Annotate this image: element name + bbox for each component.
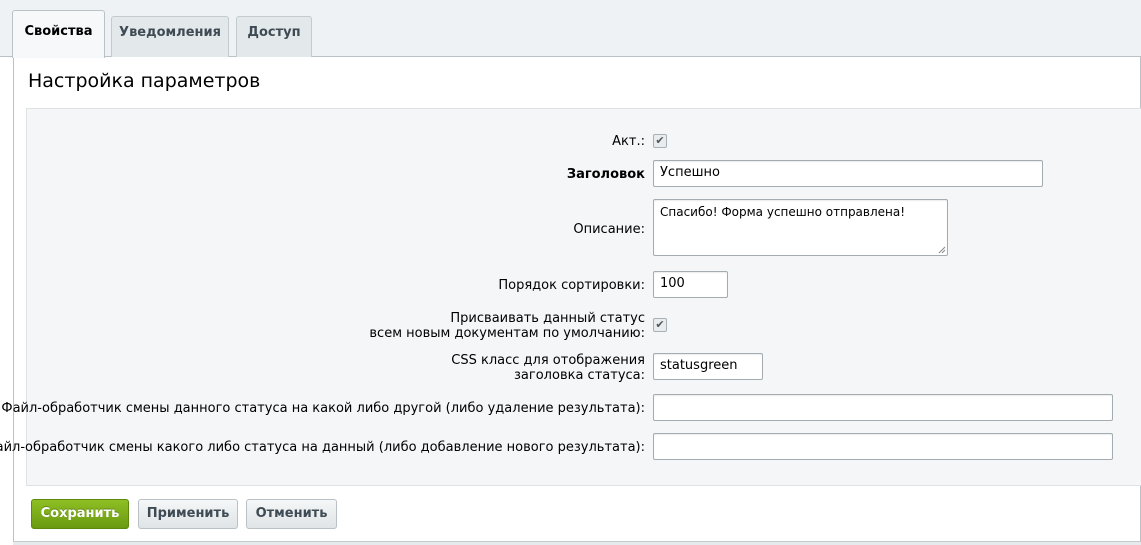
cancel-button[interactable]: Отменить xyxy=(246,499,337,529)
heading-input[interactable]: Успешно xyxy=(653,160,1043,187)
heading-label: Заголовок xyxy=(566,167,645,182)
settings-form: Акт.: ✔ Заголовок Успешно Описание: Спас… xyxy=(0,108,1141,486)
sort-input[interactable]: 100 xyxy=(653,271,728,298)
panel-bottom-border xyxy=(13,541,1141,545)
save-button[interactable]: Сохранить xyxy=(31,499,129,529)
tab-notifications[interactable]: Уведомления xyxy=(111,16,229,57)
css-class-label-line1: CSS класс для отображения xyxy=(451,353,645,368)
active-checkbox[interactable]: ✔ xyxy=(653,134,667,148)
apply-button[interactable]: Применить xyxy=(138,499,238,529)
handler-in-input[interactable] xyxy=(653,433,1113,460)
css-class-input[interactable]: statusgreen xyxy=(653,353,763,380)
resize-grip-icon[interactable] xyxy=(938,246,946,254)
description-textarea[interactable]: Спасибо! Форма успешно отправлена! xyxy=(653,199,948,256)
default-status-label-line1: Присваивать данный статус xyxy=(450,311,645,326)
handler-out-label: Файл-обработчик смены данного статуса на… xyxy=(1,401,645,416)
default-status-label: Присваивать данный статус всем новым док… xyxy=(369,311,645,341)
handler-out-input[interactable] xyxy=(653,394,1113,421)
page-title: Настройка параметров xyxy=(28,70,261,92)
check-icon: ✔ xyxy=(655,134,665,147)
default-status-checkbox[interactable]: ✔ xyxy=(653,318,667,332)
handler-in-label: Файл-обработчик смены какого либо статус… xyxy=(0,440,645,455)
description-label: Описание: xyxy=(573,222,645,237)
tab-properties[interactable]: Свойства xyxy=(12,10,105,58)
css-class-label: CSS класс для отображения заголовка стат… xyxy=(451,353,645,383)
active-label: Акт.: xyxy=(612,134,645,149)
check-icon: ✔ xyxy=(655,318,665,331)
tab-access[interactable]: Доступ xyxy=(236,16,312,57)
settings-panel: Настройка параметров Акт.: ✔ Заголовок У… xyxy=(0,57,1141,545)
css-class-label-line2: заголовка статуса: xyxy=(514,368,645,383)
default-status-label-line2: всем новым документам по умолчанию: xyxy=(369,326,645,341)
tab-strip: Свойства Уведомления Доступ xyxy=(0,0,1141,58)
sort-label: Порядок сортировки: xyxy=(498,278,645,293)
description-text: Спасибо! Форма успешно отправлена! xyxy=(660,205,906,219)
